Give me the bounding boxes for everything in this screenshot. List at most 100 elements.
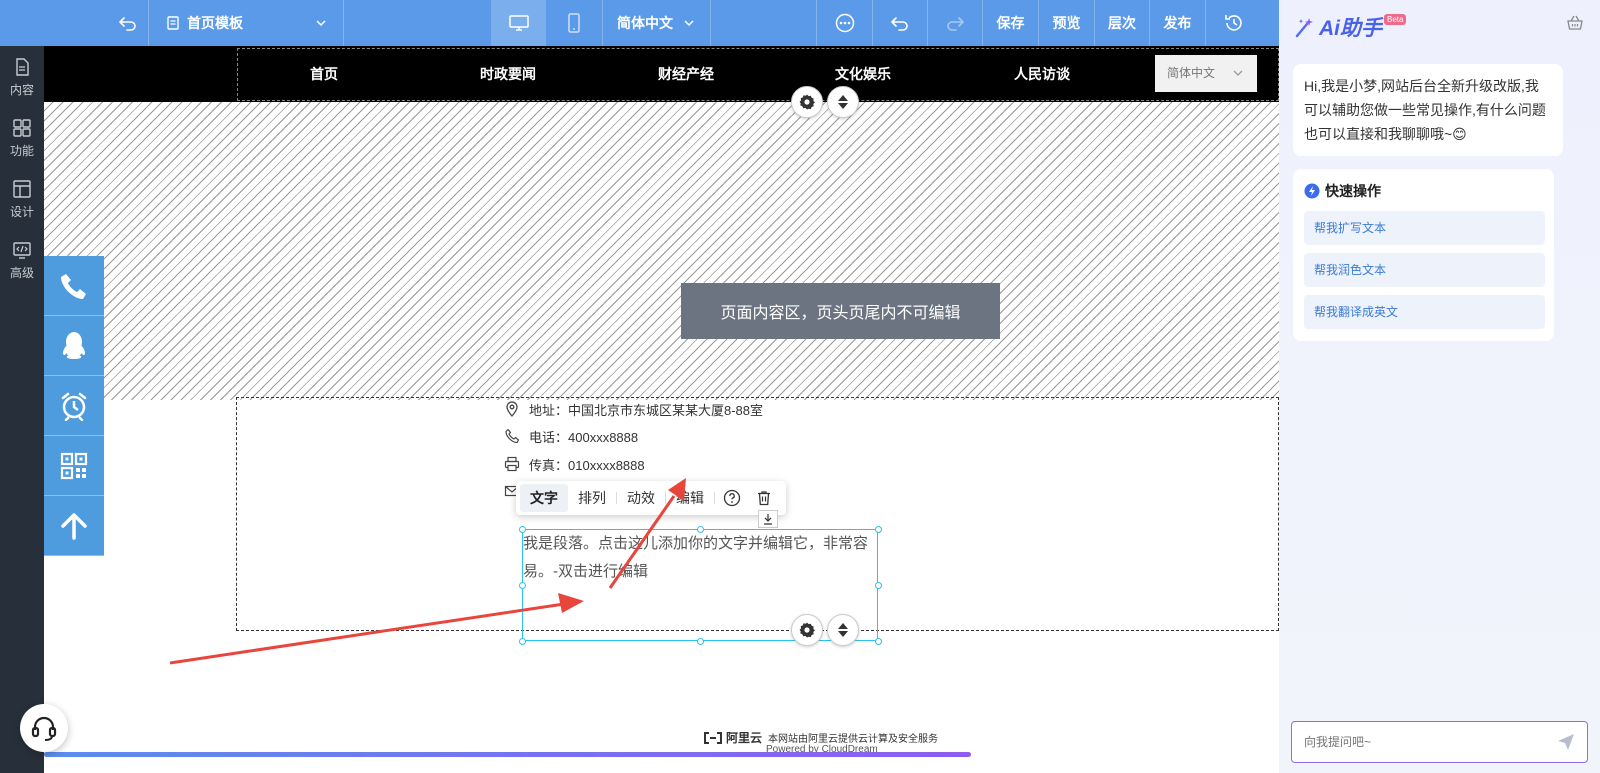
more-dots-icon	[835, 13, 854, 33]
layers-button[interactable]: 层次	[1094, 0, 1149, 46]
publish-button[interactable]: 发布	[1149, 0, 1205, 46]
side-tool-alarm[interactable]	[44, 376, 104, 436]
floating-side-tools	[44, 256, 104, 556]
ai-assistant-panel: Ai助手 Beta Hi,我是小梦,网站后台全新升级改版,我可以辅助您做一些常见…	[1279, 0, 1600, 773]
redo-button[interactable]	[927, 0, 982, 46]
paragraph-text[interactable]: 我是段落。点击这儿添加你的文字并编辑它，非常容易。-双击进行编辑	[523, 530, 879, 586]
side-tool-qrcode[interactable]	[44, 436, 104, 496]
toolbar-text-tab[interactable]: 文字	[520, 484, 568, 512]
address-text: 地址：中国北京市东城区某某大厦8-88室	[529, 402, 764, 418]
ai-panel-header: Ai助手 Beta	[1293, 12, 1407, 42]
site-header-nav: 首页 时政要闻 财经产经 文化娱乐 人民访谈 简体中文	[44, 46, 1279, 102]
section-settings-button[interactable]	[791, 86, 823, 118]
quick-action-polish-text[interactable]: 帮我润色文本	[1304, 253, 1545, 287]
resize-handle[interactable]	[519, 638, 526, 645]
resize-handle[interactable]	[519, 582, 526, 589]
desktop-icon	[508, 15, 529, 31]
side-tool-back-to-top[interactable]	[44, 496, 104, 556]
sparkle-wand-icon	[1295, 18, 1313, 38]
ai-chat-input[interactable]	[1292, 722, 1542, 762]
gear-icon	[799, 622, 815, 638]
document-icon	[16, 57, 29, 76]
resize-handle[interactable]	[697, 638, 704, 645]
header-section-outline	[237, 48, 1279, 101]
quick-actions-title: 快速操作	[1325, 183, 1381, 199]
language-select[interactable]: 简体中文	[602, 0, 710, 46]
arrow-up-icon	[61, 512, 87, 540]
ai-greeting-bubble: Hi,我是小梦,网站后台全新升级改版,我可以辅助您做一些常见操作,有什么问题也可…	[1293, 64, 1563, 156]
template-select[interactable]: 首页模板	[148, 0, 343, 46]
resize-handle[interactable]	[519, 526, 526, 533]
send-button[interactable]	[1557, 733, 1575, 751]
section-move-button[interactable]	[827, 86, 859, 118]
quick-actions-header: 快速操作	[1304, 181, 1381, 201]
text-element-toolbar: 文字 排列 动效 编辑	[516, 481, 786, 515]
delete-button[interactable]	[749, 489, 779, 507]
insert-below-button[interactable]	[758, 510, 778, 528]
back-button[interactable]	[108, 0, 148, 46]
beta-badge: Beta	[1384, 13, 1407, 25]
alarm-clock-icon	[61, 392, 87, 421]
undo-icon	[891, 17, 908, 31]
toolbar-animation-tab[interactable]: 动效	[617, 484, 665, 512]
desktop-view-button[interactable]	[491, 0, 546, 46]
resize-handle[interactable]	[875, 582, 882, 589]
layout-icon	[13, 179, 31, 198]
contact-address: 地址：中国北京市东城区某某大厦8-88室	[504, 398, 763, 420]
toolbar-edit-tab[interactable]: 编辑	[666, 484, 714, 512]
phone-icon	[61, 273, 86, 299]
sidebar-item-label: 功能	[9, 143, 34, 158]
more-button[interactable]	[816, 0, 872, 46]
save-label: 保存	[996, 15, 1025, 31]
ai-chat-input-box	[1291, 721, 1588, 763]
fax-printer-icon	[504, 456, 520, 472]
quick-actions-card: 快速操作 帮我扩写文本 帮我润色文本 帮我翻译成英文	[1293, 169, 1554, 341]
section-move-button[interactable]	[827, 614, 859, 646]
resize-handle[interactable]	[697, 526, 704, 533]
help-button[interactable]	[715, 489, 749, 507]
contact-phone: 电话：400xxx8888	[504, 425, 638, 447]
quick-action-translate-english[interactable]: 帮我翻译成英文	[1304, 295, 1545, 329]
contact-fax: 传真：010xxxx8888	[504, 453, 645, 475]
grid-icon	[13, 118, 31, 137]
history-icon	[1224, 15, 1242, 31]
progress-gradient-bar	[44, 752, 971, 757]
mobile-view-button[interactable]	[546, 0, 601, 46]
left-sidebar: 内容 功能 设计 高级	[0, 46, 44, 773]
mobile-icon	[567, 13, 580, 33]
side-tool-phone[interactable]	[44, 256, 104, 316]
resize-handle[interactable]	[875, 526, 882, 533]
quick-action-expand-text[interactable]: 帮我扩写文本	[1304, 211, 1545, 245]
redo-icon	[947, 17, 964, 31]
side-tool-qq[interactable]	[44, 316, 104, 376]
undo-button[interactable]	[872, 0, 927, 46]
chevron-down-icon	[684, 20, 694, 27]
sidebar-item-advanced[interactable]: 高级	[0, 229, 44, 291]
sidebar-item-label: 高级	[9, 265, 34, 280]
qq-penguin-icon	[62, 331, 86, 359]
sidebar-item-design[interactable]: 设计	[0, 168, 44, 230]
editor-canvas: 首页 时政要闻 财经产经 文化娱乐 人民访谈 简体中文 页面内容区，页头页尾内不…	[44, 46, 1279, 773]
preview-button[interactable]: 预览	[1038, 0, 1094, 46]
ai-title: Ai助手	[1319, 17, 1382, 40]
preview-label: 预览	[1052, 15, 1081, 31]
resize-handle[interactable]	[875, 638, 882, 645]
toolbar-arrange-tab[interactable]: 排列	[568, 484, 616, 512]
send-icon	[1558, 734, 1574, 750]
publish-label: 发布	[1163, 15, 1192, 31]
save-button[interactable]: 保存	[982, 0, 1038, 46]
history-button[interactable]	[1205, 0, 1261, 46]
cloud-logo-text: 阿里云	[726, 731, 763, 745]
ai-greeting-text: Hi,我是小梦,网站后台全新升级改版,我可以辅助您做一些常见操作,有什么问题也可…	[1304, 78, 1546, 142]
aliyun-logo-icon	[704, 731, 722, 744]
customer-support-button[interactable]	[20, 704, 68, 752]
help-circle-icon	[723, 489, 741, 507]
sidebar-item-features[interactable]: 功能	[0, 107, 44, 169]
ai-panel-basket-button[interactable]	[1566, 14, 1584, 32]
notice-text: 页面内容区，页头页尾内不可编辑	[720, 305, 961, 322]
cloud-credit-text: 本网站由阿里云提供云计算及安全服务	[768, 734, 939, 745]
section-settings-button[interactable]	[791, 614, 823, 646]
basket-icon	[1567, 15, 1583, 30]
sidebar-item-content[interactable]: 内容	[0, 46, 44, 108]
undo-arrow-icon	[119, 17, 136, 31]
